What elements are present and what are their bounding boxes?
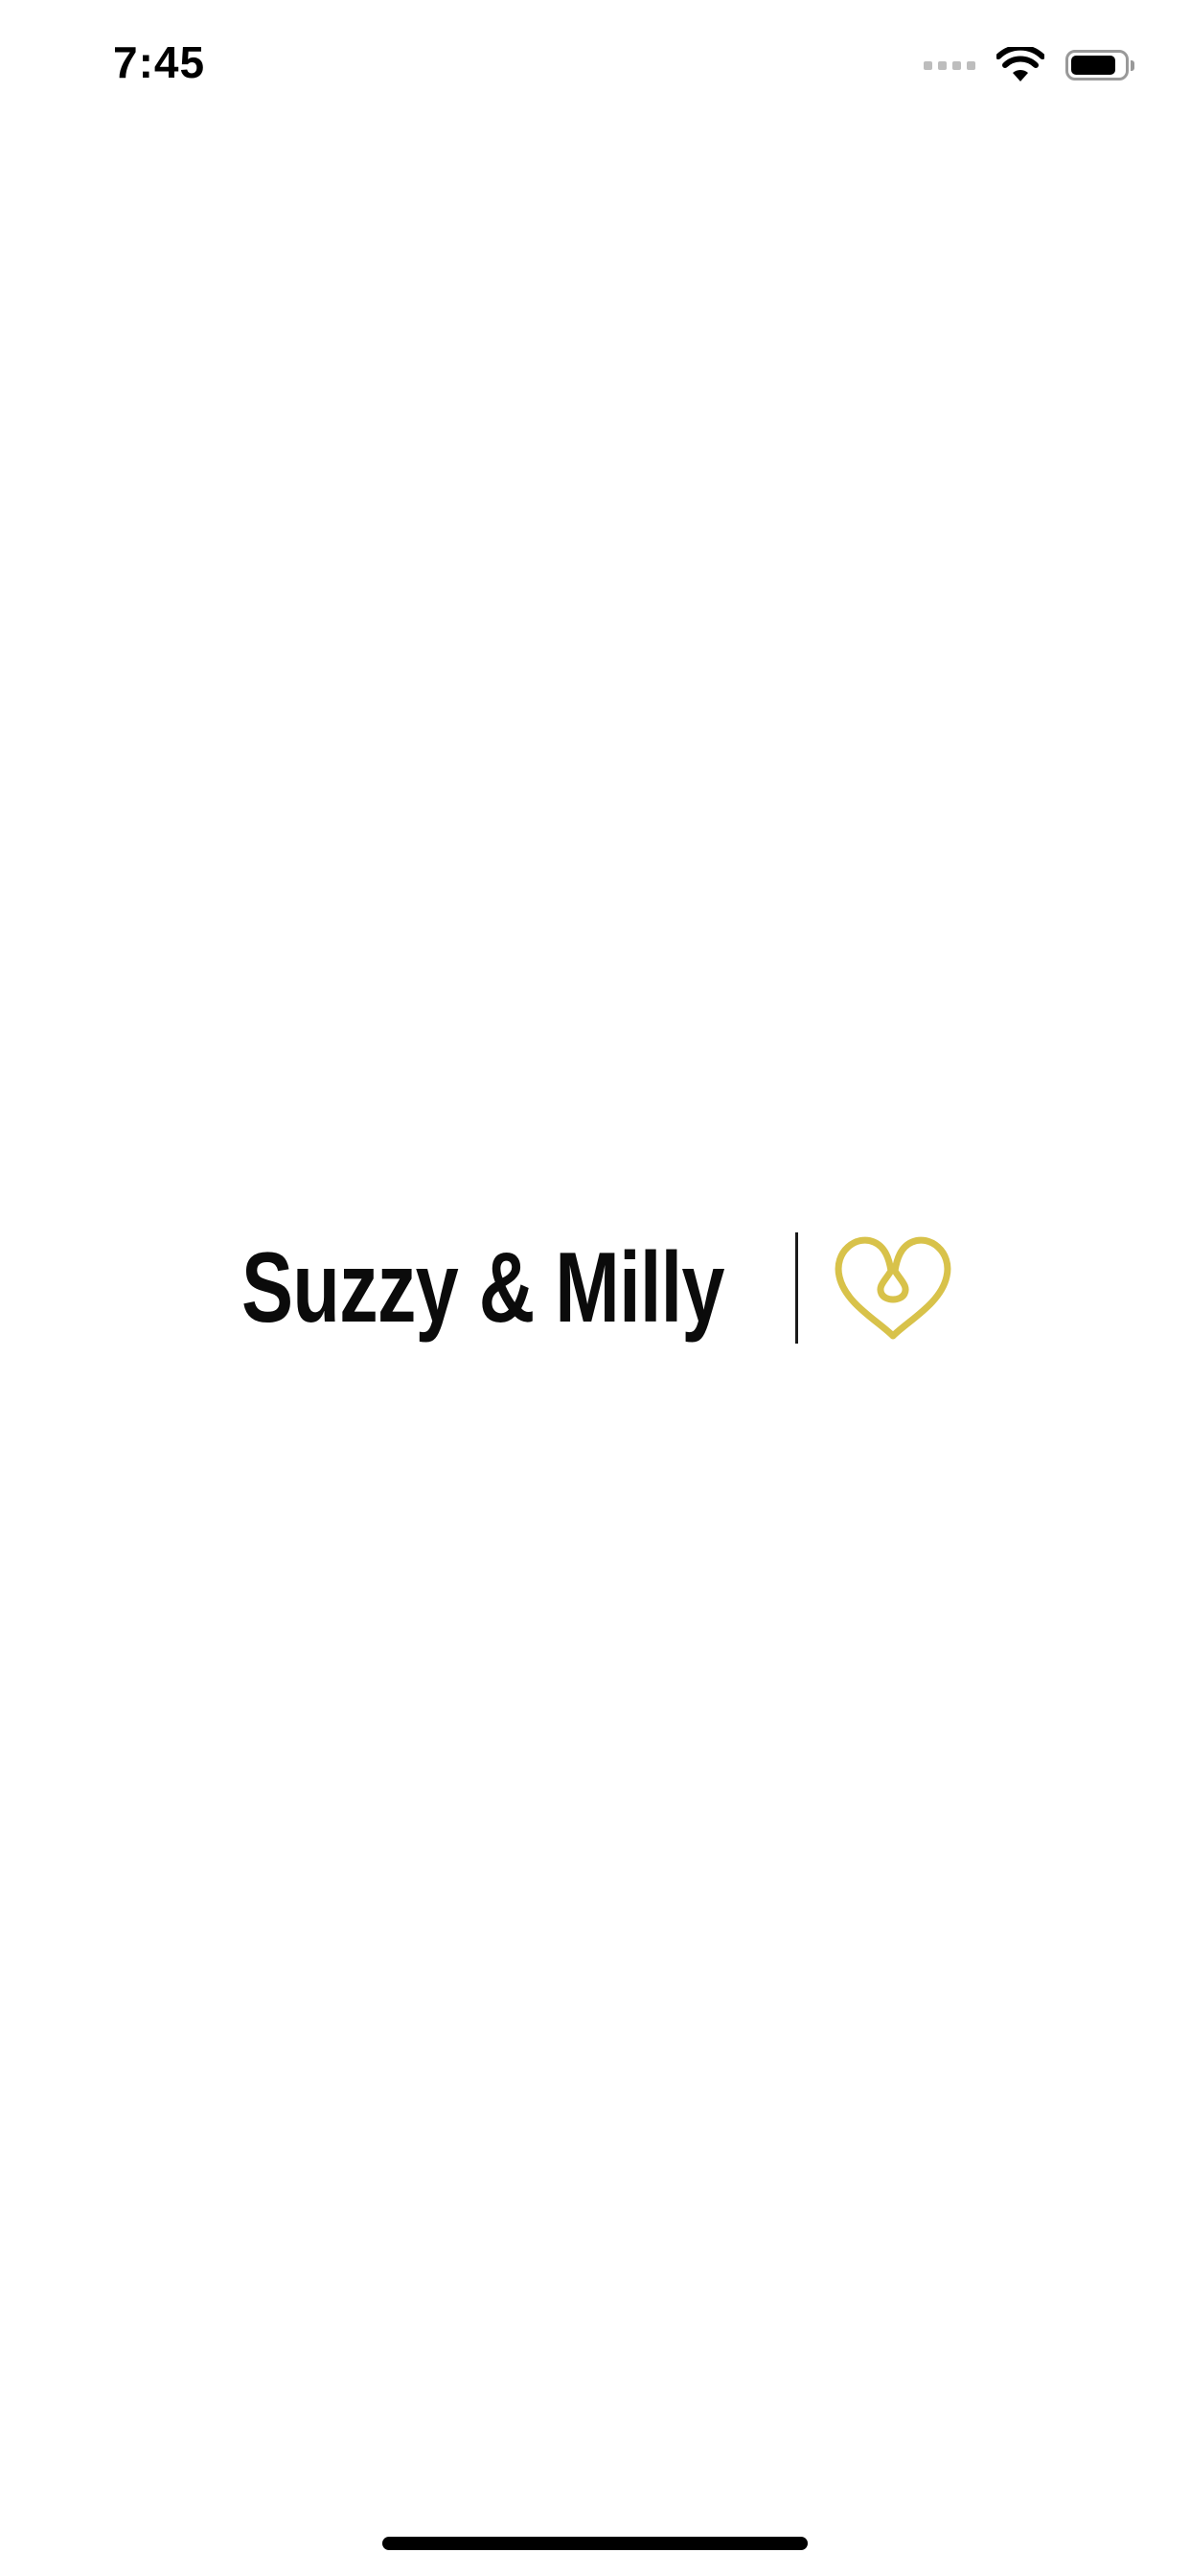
battery-icon	[1065, 50, 1134, 80]
wifi-icon	[996, 47, 1044, 81]
home-indicator[interactable]	[382, 2537, 808, 2550]
heart-loop-icon	[835, 1236, 951, 1340]
status-bar: 7:45	[0, 0, 1190, 134]
battery-level	[1071, 56, 1115, 75]
logo-divider	[795, 1232, 798, 1344]
brand-logo: Suzzy & Milly	[241, 1229, 951, 1347]
status-time: 7:45	[113, 37, 206, 87]
brand-name: Suzzy & Milly	[241, 1232, 725, 1344]
splash-screen: 7:45 Suzzy & Milly	[0, 0, 1190, 2576]
status-icons	[924, 42, 1134, 88]
cellular-signal-icon	[924, 60, 975, 70]
